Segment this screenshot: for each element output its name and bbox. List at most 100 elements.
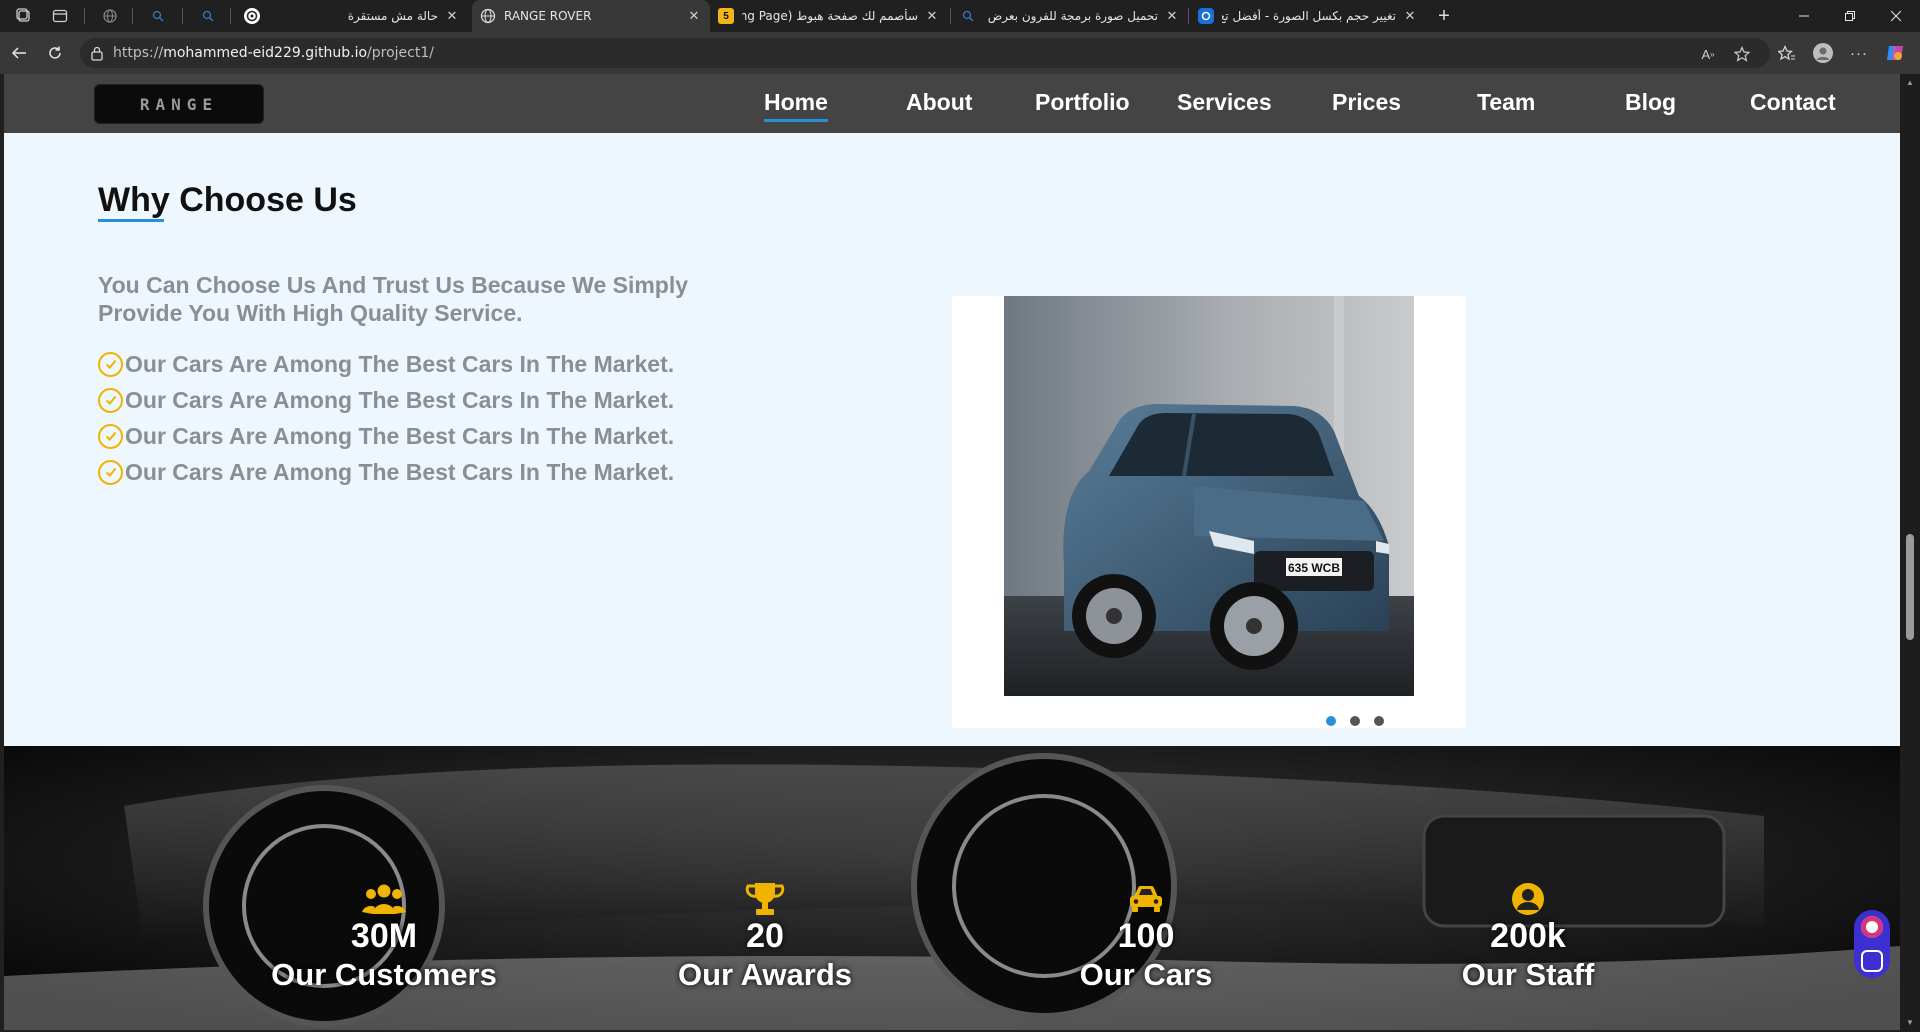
list-item: Our Cars Are Among The Best Cars In The … <box>98 454 674 490</box>
stat-value: 200k <box>1490 917 1566 955</box>
minimize-icon[interactable] <box>1782 0 1826 32</box>
site-logo[interactable]: RANGE <box>94 84 264 124</box>
tab-range-rover[interactable]: RANGE ROVER ✕ <box>472 0 710 32</box>
scroll-up-icon[interactable]: ▲ <box>1904 78 1916 90</box>
slider-dots <box>1326 716 1384 726</box>
stat-value: 20 <box>746 917 784 955</box>
user-circle-icon <box>1378 881 1678 917</box>
favorites-icon[interactable] <box>1776 42 1798 64</box>
slider-dot[interactable] <box>1350 716 1360 726</box>
nav-team[interactable]: Team <box>1477 89 1535 116</box>
nav-home[interactable]: Home <box>764 89 828 122</box>
target-icon <box>244 8 260 24</box>
favorite-star-icon[interactable] <box>1732 44 1752 64</box>
list-item-text: Our Cars Are Among The Best Cars In The … <box>125 422 675 449</box>
slider-dot[interactable] <box>1374 716 1384 726</box>
url-field[interactable]: https://mohammed-eid229.github.io/projec… <box>80 38 1770 68</box>
stats-section: 30M Our Customers 20 Our Awards 100 Our … <box>4 746 1900 1030</box>
list-item-text: Our Cars Are Among The Best Cars In The … <box>125 386 675 413</box>
restore-icon[interactable] <box>1828 0 1872 32</box>
workspaces-icon[interactable] <box>14 6 34 26</box>
list-item: Our Cars Are Among The Best Cars In The … <box>98 418 674 454</box>
pinned-tab-search-icon[interactable] <box>148 6 168 26</box>
close-icon[interactable]: ✕ <box>1164 8 1180 24</box>
url-text: https://mohammed-eid229.github.io/projec… <box>113 45 434 61</box>
refresh-icon[interactable] <box>44 42 66 64</box>
nav-portfolio[interactable]: Portfolio <box>1035 89 1130 116</box>
page-scrollbar[interactable]: ▲ ▼ <box>1900 74 1920 1032</box>
new-tab-plus-icon[interactable]: + <box>1434 5 1454 27</box>
tab-resize-image[interactable]: تغيير حجم بكسل الصورة - أفضل تع ✕ <box>1190 0 1426 32</box>
browser-address-bar: https://mohammed-eid229.github.io/projec… <box>0 32 1920 74</box>
car-icon <box>996 881 1296 917</box>
search-icon <box>960 8 976 24</box>
resize-tool-icon <box>1198 8 1214 24</box>
license-plate: 635 WCB <box>1288 561 1340 575</box>
section-subtitle: You Can Choose Us And Trust Us Because W… <box>98 272 689 326</box>
tab-title: تحميل صورة برمجة للفرون بعرض 00 <box>984 9 1158 23</box>
stat-label: Our Cars <box>1079 957 1213 992</box>
record-icon[interactable] <box>1861 916 1883 938</box>
pinned-tab-search-icon[interactable] <box>198 6 218 26</box>
lock-icon[interactable] <box>90 45 106 61</box>
features-list: Our Cars Are Among The Best Cars In The … <box>98 346 674 490</box>
tab-landing-page[interactable]: 5 سأصمم لك صفحة هبوط (Landing Page) ✕ <box>710 0 948 32</box>
car-photo: 635 WCB <box>1004 296 1414 696</box>
check-circle-icon <box>98 351 123 377</box>
check-circle-icon <box>98 423 123 449</box>
stat-value: 100 <box>1117 917 1175 955</box>
tab-title: حالة مش مستقرة <box>347 9 438 23</box>
scroll-down-icon[interactable]: ▼ <box>1904 1018 1916 1030</box>
url-host: mohammed-eid229.github.io <box>163 45 368 61</box>
url-path: /project1/ <box>367 45 434 61</box>
list-item: Our Cars Are Among The Best Cars In The … <box>98 382 674 418</box>
pinned-tab-globe-icon[interactable] <box>100 6 120 26</box>
nav-prices[interactable]: Prices <box>1332 89 1401 116</box>
stat-staff: 200k Our Staff <box>1378 881 1678 995</box>
slider-dot[interactable] <box>1326 716 1336 726</box>
check-circle-icon <box>98 387 123 413</box>
stat-customers: 30M Our Customers <box>234 881 534 995</box>
users-icon <box>234 881 534 917</box>
scrollbar-thumb[interactable] <box>1906 534 1914 640</box>
stat-value: 30M <box>350 917 418 955</box>
nav-services[interactable]: Services <box>1177 89 1272 116</box>
list-item-text: Our Cars Are Among The Best Cars In The … <box>125 350 675 377</box>
stat-cars: 100 Our Cars <box>996 881 1296 995</box>
more-menu-icon[interactable]: ··· <box>1848 42 1870 64</box>
screenshot-icon[interactable] <box>1861 950 1883 972</box>
read-aloud-icon[interactable]: A» <box>1698 44 1718 64</box>
check-circle-icon <box>98 459 123 485</box>
tab-image-tool[interactable]: تحميل صورة برمجة للفرون بعرض 00 ✕ <box>952 0 1188 32</box>
close-icon[interactable]: ✕ <box>924 8 940 24</box>
image-slider: 635 WCB <box>952 296 1466 728</box>
section-title: Why Choose Us <box>98 181 357 219</box>
floating-extension-widget[interactable] <box>1854 910 1890 978</box>
profile-avatar-icon[interactable] <box>1812 42 1834 64</box>
stat-label: Our Customers <box>271 957 497 992</box>
nav-contact[interactable]: Contact <box>1750 89 1836 116</box>
trophy-icon <box>615 881 915 917</box>
list-item-text: Our Cars Are Among The Best Cars In The … <box>125 458 675 485</box>
globe-icon <box>480 8 496 24</box>
five-icon: 5 <box>718 8 734 24</box>
page-viewport: RANGE Home About Portfolio Services Pric… <box>4 74 1900 1030</box>
close-icon[interactable]: ✕ <box>1402 8 1418 24</box>
stat-label: Our Staff <box>1461 957 1595 992</box>
tab-status[interactable]: حالة مش مستقرة ✕ <box>236 0 468 32</box>
why-choose-us-section: Why Choose Us You Can Choose Us And Trus… <box>4 133 1900 746</box>
copilot-icon[interactable] <box>1884 42 1906 64</box>
tab-title: سأصمم لك صفحة هبوط (Landing Page) <box>742 9 918 23</box>
browser-tab-bar: حالة مش مستقرة ✕ RANGE ROVER ✕ 5 سأصمم ل… <box>0 0 1920 32</box>
close-icon[interactable]: ✕ <box>444 8 460 24</box>
close-window-icon[interactable] <box>1874 0 1918 32</box>
nav-about[interactable]: About <box>906 89 972 116</box>
tab-actions-icon[interactable] <box>50 6 70 26</box>
nav-blog[interactable]: Blog <box>1625 89 1676 116</box>
tab-title: RANGE ROVER <box>504 9 592 23</box>
stat-awards: 20 Our Awards <box>615 881 915 995</box>
close-icon[interactable]: ✕ <box>686 8 702 24</box>
logo-text: RANGE <box>139 94 219 114</box>
back-arrow-icon[interactable] <box>8 42 30 64</box>
site-navbar: RANGE Home About Portfolio Services Pric… <box>4 74 1900 133</box>
